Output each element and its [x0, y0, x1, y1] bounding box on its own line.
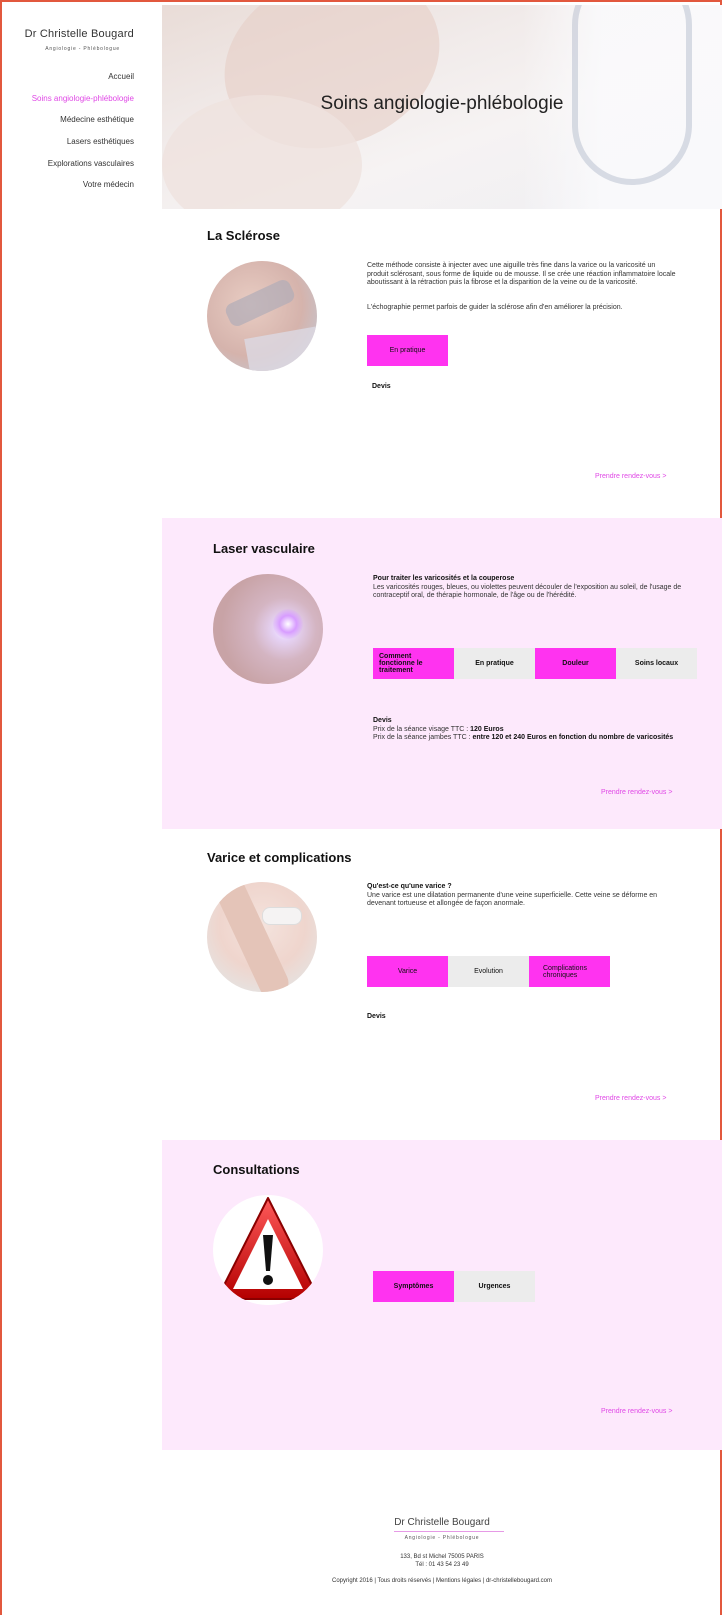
- rdv-link[interactable]: Prendre rendez-vous >: [601, 1408, 672, 1415]
- nav-item-soins[interactable]: Soins angiologie-phlébologie: [32, 94, 134, 116]
- varice-intro: Qu'est-ce qu'une varice ? Une varice est…: [367, 883, 677, 909]
- laser-image: [213, 574, 323, 684]
- tab-douleur[interactable]: Douleur: [535, 648, 616, 679]
- nav-item-medecine-esthetique[interactable]: Médecine esthétique: [32, 115, 134, 137]
- footer-copyright[interactable]: Copyright 2016 | Tous droits réservés | …: [162, 1578, 722, 1584]
- footer-name: Dr Christelle Bougard: [394, 1517, 490, 1528]
- sclerose-paragraph: Cette méthode consiste à injecter avec u…: [367, 262, 676, 287]
- section-title: Consultations: [213, 1162, 300, 1177]
- section-sclerose: La Sclérose Cette méthode consiste à inj…: [162, 210, 722, 515]
- tab-urgences[interactable]: Urgences: [454, 1271, 535, 1302]
- rdv-link[interactable]: Prendre rendez-vous >: [595, 473, 666, 480]
- laser-devis-block: Devis Prix de la séance visage TTC : 120…: [373, 717, 683, 743]
- devis-label[interactable]: Devis: [373, 717, 392, 724]
- section-consultations: Consultations Symptômes Urgences Prendre…: [162, 1140, 722, 1450]
- main-nav: Accueil Soins angiologie-phlébologie Méd…: [32, 72, 134, 202]
- varice-heading: Qu'est-ce qu'une varice ?: [367, 883, 452, 890]
- nav-item-votre-medecin[interactable]: Votre médecin: [32, 180, 134, 202]
- sclerose-paragraph-2: L'échographie permet parfois de guider l…: [367, 304, 623, 311]
- laser-heading: Pour traiter les varicosités et la coupe…: [373, 575, 515, 582]
- nav-item-accueil[interactable]: Accueil: [32, 72, 134, 94]
- rdv-link[interactable]: Prendre rendez-vous >: [595, 1095, 666, 1102]
- tab-symptomes[interactable]: Symptômes: [373, 1271, 454, 1302]
- price-jambes-label: Prix de la séance jambes TTC :: [373, 734, 473, 742]
- laser-intro: Pour traiter les varicosités et la coupe…: [373, 575, 683, 601]
- rdv-link[interactable]: Prendre rendez-vous >: [601, 789, 672, 796]
- page-title: Soins angiologie-phlébologie: [320, 93, 564, 114]
- devis-label[interactable]: Devis: [367, 1013, 386, 1020]
- tab-complications[interactable]: Complications chroniques: [529, 956, 610, 987]
- section-varice: Varice et complications Qu'est-ce qu'une…: [162, 832, 722, 1136]
- nav-item-lasers-esthetiques[interactable]: Lasers esthétiques: [32, 137, 134, 159]
- sidebar: Dr Christelle Bougard Angiologie - Phléb…: [0, 0, 162, 1500]
- warning-icon: [216, 1197, 320, 1300]
- tab-comment-fonctionne[interactable]: Comment fonctionne le traitement: [373, 648, 454, 679]
- laser-glow-icon: [273, 609, 303, 639]
- footer-address: 133, Bd st Michel 75005 PARIS: [400, 1554, 484, 1560]
- price-visage-label: Prix de la séance visage TTC :: [373, 725, 471, 733]
- nav-item-explorations[interactable]: Explorations vasculaires: [32, 159, 134, 181]
- tab-varice[interactable]: Varice: [367, 956, 448, 987]
- tab-en-pratique[interactable]: En pratique: [454, 648, 535, 679]
- devis-label[interactable]: Devis: [372, 383, 391, 390]
- tab-soins-locaux[interactable]: Soins locaux: [616, 648, 697, 679]
- footer-tagline: Angiologie - Phlébologue: [404, 1535, 480, 1541]
- section-laser: Laser vasculaire Pour traiter les varico…: [162, 518, 722, 829]
- footer-phone: Tél : 01 43 54 23 49: [415, 1562, 469, 1568]
- hero-banner: Soins angiologie-phlébologie: [162, 5, 722, 209]
- laser-paragraph: Les varicosités rouges, bleues, ou viole…: [373, 583, 682, 600]
- sclerose-image: [207, 261, 317, 371]
- section-title: Varice et complications: [207, 850, 352, 865]
- footer-divider: [394, 1531, 504, 1532]
- varice-image: [207, 882, 317, 992]
- section-title: Laser vasculaire: [213, 541, 315, 556]
- logo-tagline: Angiologie - Phlébologue: [45, 46, 120, 52]
- en-pratique-button[interactable]: En pratique: [367, 335, 448, 366]
- varice-paragraph: Une varice est une dilatation permanente…: [367, 891, 658, 908]
- section-title: La Sclérose: [207, 228, 280, 243]
- warning-image: [213, 1195, 323, 1305]
- tab-evolution[interactable]: Evolution: [448, 956, 529, 987]
- price-visage-value: 120 Euros: [470, 725, 504, 733]
- logo-name[interactable]: Dr Christelle Bougard: [25, 28, 134, 40]
- price-jambes-value: entre 120 et 240 Euros en fonction du no…: [472, 734, 674, 742]
- footer-address-block: 133, Bd st Michel 75005 PARIS Tél : 01 4…: [162, 1553, 722, 1569]
